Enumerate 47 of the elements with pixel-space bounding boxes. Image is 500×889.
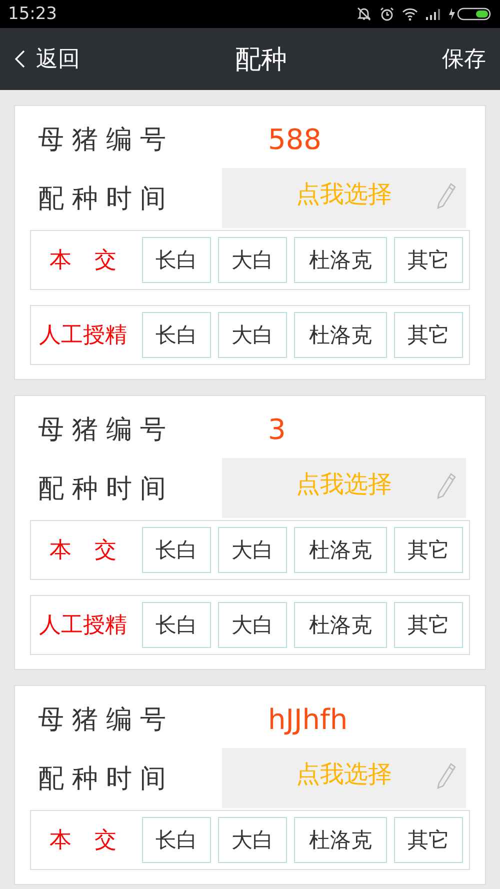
breed-option-button[interactable]: 长白 xyxy=(142,602,212,648)
wifi-icon xyxy=(402,7,418,21)
breed-option-button[interactable]: 其它 xyxy=(394,237,464,283)
signal-icon xyxy=(425,7,441,21)
field-label: 配种时间 xyxy=(37,762,175,796)
sow-id-value: 3 xyxy=(267,412,286,446)
breed-option-button[interactable]: 杜洛克 xyxy=(294,312,387,358)
mating-type-label: 人工授精 xyxy=(38,322,128,350)
breed-option-button[interactable]: 其它 xyxy=(394,602,464,648)
battery-icon xyxy=(448,7,492,21)
status-time: 15:23 xyxy=(8,4,57,24)
breed-option-button[interactable]: 大白 xyxy=(218,312,288,358)
field-label: 配种时间 xyxy=(37,182,175,216)
breed-option-button[interactable]: 其它 xyxy=(394,312,464,358)
pencil-icon xyxy=(436,182,456,210)
mating-type-label: 本 交 xyxy=(48,827,118,855)
field-label: 配种时间 xyxy=(37,472,175,506)
pencil-icon xyxy=(436,472,456,500)
breed-option-button[interactable]: 杜洛克 xyxy=(294,237,387,283)
breed-option-button[interactable]: 杜洛克 xyxy=(294,527,387,573)
breed-option-button[interactable]: 长白 xyxy=(142,817,212,863)
breed-option-button[interactable]: 长白 xyxy=(142,312,212,358)
sow-id-value: 588 xyxy=(267,122,322,156)
mating-type-label: 本 交 xyxy=(48,247,118,275)
breed-option-button[interactable]: 杜洛克 xyxy=(294,817,387,863)
mating-type-label: 本 交 xyxy=(48,537,118,565)
breed-option-button[interactable]: 长白 xyxy=(142,237,212,283)
pencil-icon xyxy=(436,762,456,790)
field-label: 母猪编号 xyxy=(37,124,175,156)
breed-option-button[interactable]: 大白 xyxy=(218,817,288,863)
field-label: 母猪编号 xyxy=(37,704,175,736)
sow-id-value: hJJhfh xyxy=(267,702,348,736)
breed-option-button[interactable]: 其它 xyxy=(394,817,464,863)
breed-option-button[interactable]: 其它 xyxy=(394,527,464,573)
field-label: 母猪编号 xyxy=(37,414,175,446)
page-title: 配种 xyxy=(235,44,287,76)
breed-option-button[interactable]: 杜洛克 xyxy=(294,602,387,648)
back-chevron-icon xyxy=(14,49,26,69)
muted-bell-icon xyxy=(356,6,372,22)
save-button[interactable]: 保存 xyxy=(442,44,486,74)
back-button[interactable]: 返回 xyxy=(14,44,80,74)
mating-type-label: 人工授精 xyxy=(38,612,128,640)
breed-option-button[interactable]: 大白 xyxy=(218,602,288,648)
breed-option-button[interactable]: 大白 xyxy=(218,237,288,283)
breed-option-button[interactable]: 长白 xyxy=(142,527,212,573)
alarm-icon xyxy=(379,6,395,22)
breed-option-button[interactable]: 大白 xyxy=(218,527,288,573)
